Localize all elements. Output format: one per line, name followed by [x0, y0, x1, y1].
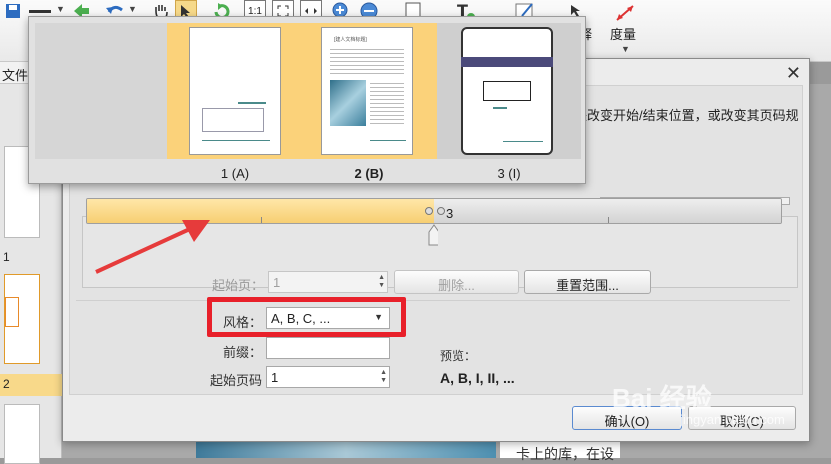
thumb-text-lines — [370, 80, 404, 126]
start-number-value: 1 — [271, 370, 279, 385]
prefix-field[interactable] — [266, 337, 390, 359]
page-thumbnail-popup: [建人文档标题] 1 (A) 2 (B) 3 (I) — [28, 16, 586, 184]
preview-label: 预览： — [440, 349, 477, 363]
watermark-logo: Bai 经验 — [612, 383, 712, 413]
range-start-label: 3 — [446, 206, 454, 221]
popup-page-thumbnail[interactable] — [189, 27, 281, 155]
thumb-image — [330, 80, 366, 126]
thumb-rule — [370, 140, 406, 141]
watermark-url: jingyan.baidu.com — [680, 412, 785, 427]
thumb-text-lines — [330, 46, 404, 74]
thumb-page-title: [建人文档标题] — [334, 37, 367, 43]
sidebar-page-number: 2 — [3, 377, 10, 391]
range-marker-dot[interactable] — [425, 207, 433, 215]
popup-page-cell[interactable]: [建人文档标题] — [301, 23, 437, 159]
sidebar-thumbnail[interactable] — [4, 274, 40, 364]
popup-page-thumbnail[interactable] — [461, 27, 553, 155]
document-image — [196, 440, 496, 458]
sidebar-page-number: 1 — [3, 250, 10, 264]
popup-page-cell[interactable] — [167, 23, 301, 159]
chevron-down-icon[interactable]: ▼ — [128, 4, 137, 14]
range-tick — [261, 217, 262, 223]
stepper-icon[interactable]: ▲ ▼ — [378, 274, 385, 290]
popup-page-cell[interactable] — [437, 23, 581, 159]
popup-empty-area — [35, 23, 167, 159]
thumb-rule — [238, 102, 266, 104]
document-body-text: 卡上的库，在设 — [516, 446, 614, 462]
annotation-highlight-box — [207, 297, 406, 337]
range-handle-icon[interactable] — [428, 224, 438, 246]
thumb-rule — [202, 140, 270, 141]
annotation-arrow-icon — [95, 220, 210, 274]
reset-range-button[interactable]: 重置范围... — [524, 270, 651, 294]
start-page-value: 1 — [273, 275, 281, 290]
measure-label[interactable]: 度量 — [610, 24, 636, 43]
prefix-label: 前缀： — [222, 345, 262, 360]
start-page-field[interactable]: 1 ▲ ▼ — [268, 271, 388, 293]
thumb-title-band — [461, 57, 553, 67]
thumb-box — [483, 81, 531, 101]
stepper-icon[interactable]: ▲ ▼ — [380, 369, 387, 385]
thumb-rule — [493, 107, 507, 109]
chevron-down-icon[interactable]: ▼ — [621, 44, 630, 54]
preview-value: A, B, I, II, ... — [440, 370, 515, 386]
popup-page-thumbnail[interactable]: [建人文档标题] — [321, 27, 413, 155]
popup-page-label: 2 (B) — [354, 166, 384, 181]
range-tick — [608, 217, 609, 223]
dialog-divider — [76, 300, 790, 301]
popup-page-label: 1 (A) — [220, 166, 250, 181]
close-icon[interactable]: ✕ — [786, 63, 801, 84]
popup-thumbnail-strip: [建人文档标题] — [35, 23, 581, 159]
thumb-title-box — [202, 108, 264, 132]
start-number-field[interactable]: 1 ▲ ▼ — [266, 366, 390, 388]
sidebar-thumbnail[interactable] — [4, 404, 40, 464]
actual-size-label: 1:1 — [248, 5, 262, 17]
popup-page-label: 3 (I) — [497, 166, 521, 181]
thumb-rule — [503, 141, 543, 142]
start-number-label: 起始页码 — [209, 373, 262, 388]
thumbnail-highlight — [5, 297, 19, 327]
delete-button[interactable]: 删除... — [394, 270, 519, 294]
dialog-description: 块改变开始/结束位置，或改变其页码规 — [574, 108, 799, 123]
save-icon[interactable] — [2, 0, 24, 22]
range-marker-dot[interactable] — [437, 207, 445, 215]
measure-icon[interactable] — [614, 2, 636, 24]
chevron-down-icon[interactable]: ▼ — [56, 4, 65, 14]
